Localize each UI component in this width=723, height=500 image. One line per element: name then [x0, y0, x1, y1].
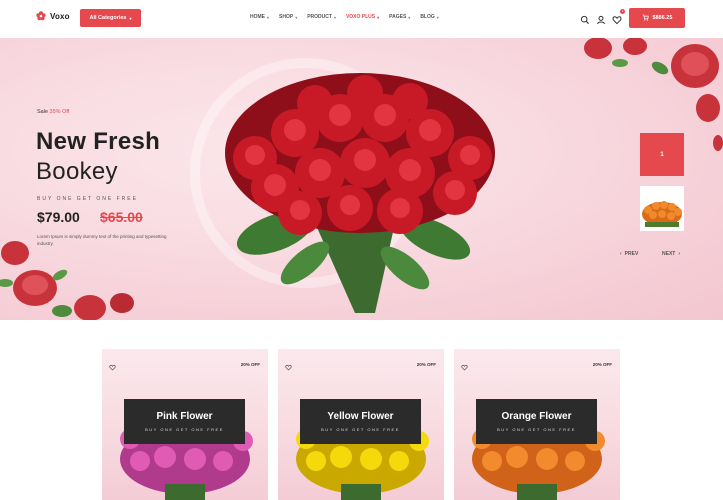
nav-label: VOXO PLUS: [345, 14, 376, 20]
hero-description: Lorem Ipsum is simply dummy text of the …: [37, 234, 167, 246]
logo[interactable]: Voxo: [36, 11, 70, 21]
sale-text: Sale: [37, 109, 49, 115]
slide-number: 1: [660, 151, 664, 158]
arrow-right-icon: ›: [678, 251, 681, 257]
category-card-yellow[interactable]: 20% OFF Yellow Flower BUY ONE GET ONE FR…: [278, 349, 444, 500]
chevron-down-icon: ▾: [436, 14, 439, 20]
hero-banner: Sale 35% Off New Fresh Bookey BUY ONE GE…: [0, 38, 723, 320]
card-title: Orange Flower: [501, 411, 572, 422]
slide-thumbnail[interactable]: [640, 186, 684, 231]
card-title: Pink Flower: [156, 411, 213, 422]
nav-label: BLOG: [420, 14, 435, 20]
discount-badge: 20% OFF: [416, 362, 436, 367]
user-icon[interactable]: [596, 12, 606, 25]
prev-button[interactable]: ‹ PREV: [620, 251, 638, 257]
card-subtitle: BUY ONE GET ONE FREE: [145, 427, 224, 432]
next-label: NEXT: [662, 251, 676, 257]
cart-icon: [642, 14, 649, 23]
hero-promo: BUY ONE GET ONE FREE: [37, 196, 138, 202]
nav-item-shop[interactable]: SHOP ▾: [279, 14, 297, 20]
header: Voxo All Categories ▾ HOME ▾ SHOP ▾ PRODUC…: [0, 0, 723, 36]
heart-icon[interactable]: [109, 358, 116, 371]
flower-logo-icon: [36, 11, 46, 21]
slide-indicator-card[interactable]: 1: [640, 133, 684, 176]
hero-title: New Fresh: [36, 128, 161, 155]
heart-icon[interactable]: [285, 358, 292, 371]
nav-item-voxo-plus[interactable]: VOXO PLUS ▾: [346, 14, 379, 20]
category-card-pink[interactable]: 20% OFF Pink Flower BUY ONE GET ONE FREE: [102, 349, 268, 500]
card-title: Yellow Flower: [327, 411, 394, 422]
next-button[interactable]: NEXT ›: [662, 251, 680, 257]
page: Voxo All Categories ▾ HOME ▾ SHOP ▾ PRODUC…: [0, 0, 723, 500]
arrow-left-icon: ‹: [620, 251, 622, 257]
wishlist-icon[interactable]: 1: [612, 9, 625, 25]
card-subtitle: BUY ONE GET ONE FREE: [321, 427, 400, 432]
sale-percent: 35% Off: [49, 109, 70, 115]
chevron-down-icon: ▾: [377, 14, 380, 20]
hero-old-price: $65.00: [100, 209, 143, 225]
chevron-down-icon: ▾: [295, 14, 298, 20]
chevron-down-icon: ▾: [333, 14, 336, 20]
all-categories-label: All Categories: [89, 15, 127, 21]
nav-label: SHOP: [279, 14, 294, 20]
nav-item-home[interactable]: HOME ▾: [250, 14, 269, 20]
card-subtitle: BUY ONE GET ONE FREE: [497, 427, 576, 432]
hero-price: $79.00: [37, 209, 80, 225]
cart-total: $886.25: [652, 15, 673, 21]
main-nav: HOME ▾ SHOP ▾ PRODUCT ▾ VOXO PLUS ▾ PAGES ▾ B…: [250, 14, 439, 20]
header-icons: 1: [580, 9, 625, 25]
nav-label: PAGES: [389, 14, 407, 20]
all-categories-button[interactable]: All Categories ▾: [80, 9, 141, 27]
prev-label: PREV: [624, 251, 639, 257]
wishlist-count-badge: 1: [620, 9, 625, 14]
cart-button[interactable]: $886.25: [629, 8, 685, 28]
rose-bouquet-image: [225, 73, 495, 313]
discount-badge: 20% OFF: [592, 362, 612, 367]
card-label: Yellow Flower BUY ONE GET ONE FREE: [300, 399, 421, 444]
chevron-down-icon: ▾: [267, 14, 270, 20]
search-icon[interactable]: [580, 12, 590, 24]
discount-badge: 20% OFF: [240, 362, 260, 367]
chevron-down-icon: ▾: [408, 14, 411, 20]
nav-item-product[interactable]: PRODUCT ▾: [307, 14, 336, 20]
nav-item-blog[interactable]: BLOG ▾: [420, 14, 438, 20]
nav-label: HOME: [250, 14, 265, 20]
sale-label: Sale 35% Off: [37, 109, 69, 115]
brand-name: Voxo: [50, 11, 70, 21]
heart-icon[interactable]: [461, 358, 468, 371]
nav-item-pages[interactable]: PAGES ▾: [389, 14, 410, 20]
hero-subtitle: Bookey: [36, 158, 118, 185]
card-label: Pink Flower BUY ONE GET ONE FREE: [124, 399, 245, 444]
chevron-down-icon: ▾: [129, 15, 132, 21]
category-card-orange[interactable]: 20% OFF Orange Flower BUY ONE GET ONE FR…: [454, 349, 620, 500]
card-label: Orange Flower BUY ONE GET ONE FREE: [476, 399, 597, 444]
nav-label: PRODUCT: [307, 14, 332, 20]
orange-flower-thumbnail: [640, 186, 684, 231]
